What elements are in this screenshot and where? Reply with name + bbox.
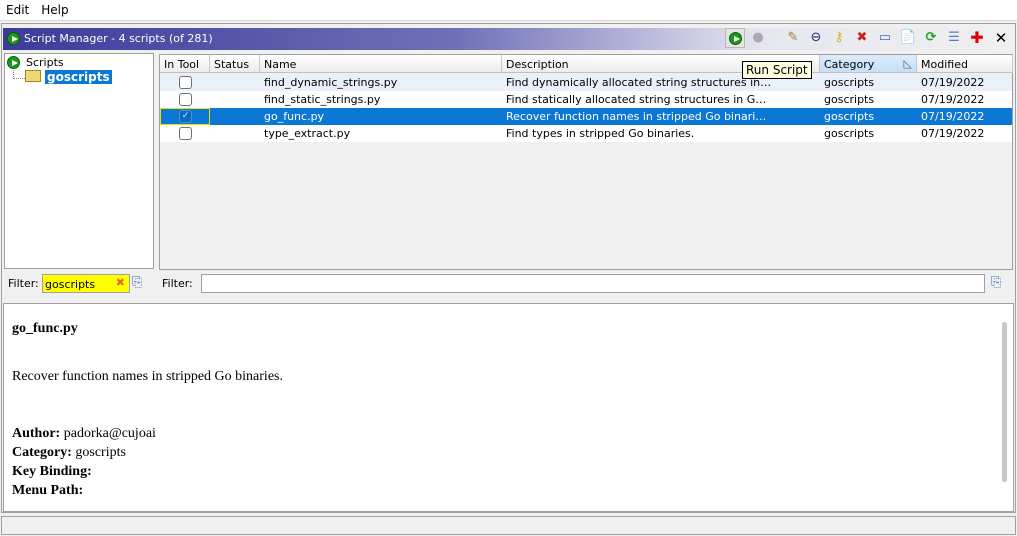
cell-description: Find statically allocated string structu…	[506, 93, 767, 106]
cell-modified: 07/19/2022	[921, 76, 985, 89]
clear-filter-icon[interactable]: ✖	[116, 276, 125, 289]
col-in-tool[interactable]: In Tool	[160, 55, 210, 73]
category-tree: Scripts goscripts	[4, 53, 154, 269]
detail-description: Recover function names in stripped Go bi…	[12, 369, 283, 384]
cell-description: Recover function names in stripped Go bi…	[506, 110, 767, 123]
refresh-icon: ⟳	[925, 30, 937, 45]
col-modified[interactable]: Modified	[917, 55, 1013, 73]
run-last-icon: ●	[752, 30, 764, 45]
folder-icon	[25, 70, 41, 82]
edit-script-icon: ✎	[787, 30, 799, 45]
in-tool-checkbox[interactable]	[179, 76, 192, 89]
close-icon: ✕	[994, 29, 1008, 47]
detail-keybinding: Key Binding:	[12, 464, 92, 479]
cell-modified: 07/19/2022	[921, 127, 985, 140]
scripts-root-icon	[7, 56, 20, 69]
cell-name: find_dynamic_strings.py	[264, 76, 398, 89]
col-status[interactable]: Status	[210, 55, 260, 73]
refresh-button[interactable]: ⟳	[921, 28, 941, 48]
cell-description: Find dynamically allocated string struct…	[506, 76, 772, 89]
new-script-button[interactable]: 📄	[898, 28, 918, 48]
status-bar	[1, 516, 1016, 535]
table-filter-bar: Filter: ⎘	[159, 271, 1013, 297]
eclipse-icon: ⊖	[810, 30, 822, 45]
window-title: Script Manager - 4 scripts (of 281)	[24, 32, 213, 45]
help-button[interactable]: ✚	[967, 28, 987, 48]
table-row[interactable]: type_extract.py Find types in stripped Go…	[160, 125, 1012, 142]
table-row[interactable]: ✓ go_func.py Recover function names in str…	[160, 108, 1012, 125]
cell-category: goscripts	[824, 93, 875, 106]
col-category[interactable]: Category ◺	[820, 55, 917, 73]
edit-script-button[interactable]: ✎	[783, 28, 803, 48]
menu-help[interactable]: Help	[35, 0, 74, 17]
table-filter-input[interactable]	[201, 274, 985, 293]
detail-menupath: Menu Path:	[12, 483, 84, 498]
run-script-icon	[729, 32, 742, 45]
filter-options-icon[interactable]: ⎘	[132, 275, 142, 290]
eclipse-button[interactable]: ⊖	[806, 28, 826, 48]
tooltip: Run Script	[742, 61, 812, 79]
script-details: go_func.py Recover function names in str…	[3, 303, 1014, 512]
table-row[interactable]: find_dynamic_strings.py Find dynamically …	[160, 74, 1012, 91]
cell-category: goscripts	[824, 76, 875, 89]
red-cross-icon: ✚	[970, 28, 984, 47]
run-script-button[interactable]	[725, 28, 745, 48]
rename-button[interactable]: ▭	[875, 28, 895, 48]
rename-icon: ▭	[878, 30, 892, 45]
detail-scrollbar[interactable]	[1002, 322, 1007, 482]
close-button[interactable]: ✕	[991, 28, 1011, 48]
tree-filter-input[interactable]: goscripts ✖	[42, 274, 130, 293]
table-filter-options-icon[interactable]: ⎘	[991, 275, 1001, 290]
key-binding-button[interactable]: ⚷	[829, 28, 849, 48]
tree-item-goscripts[interactable]: goscripts	[45, 70, 112, 84]
run-last-button[interactable]: ●	[748, 28, 768, 48]
detail-name: go_func.py	[12, 321, 78, 336]
list-icon: ☰	[948, 30, 960, 45]
in-tool-checkbox[interactable]: ✓	[179, 110, 192, 123]
cell-name: find_static_strings.py	[264, 93, 381, 106]
delete-icon: ✖	[856, 30, 868, 45]
in-tool-checkbox[interactable]	[179, 127, 192, 140]
in-tool-checkbox[interactable]	[179, 93, 192, 106]
key-binding-icon: ⚷	[834, 30, 844, 45]
sort-icon: ◺	[903, 57, 912, 70]
menu-bar: Edit Help	[0, 0, 1017, 21]
script-directories-button[interactable]: ☰	[944, 28, 964, 48]
detail-category: Category: goscripts	[12, 445, 126, 460]
cell-category: goscripts	[824, 127, 875, 140]
cell-modified: 07/19/2022	[921, 93, 985, 106]
tree-filter-bar: Filter: goscripts ✖ ⎘	[4, 271, 154, 297]
cell-name: type_extract.py	[264, 127, 351, 140]
table-row[interactable]: find_static_strings.py Find statically al…	[160, 91, 1012, 108]
table-filter-label: Filter:	[162, 277, 193, 290]
script-table: In Tool Status Name Description Category…	[159, 54, 1013, 270]
col-name[interactable]: Name	[260, 55, 502, 73]
detail-author: Author: padorka@cujoai	[12, 426, 156, 441]
delete-button[interactable]: ✖	[852, 28, 872, 48]
new-script-icon: 📄	[899, 30, 917, 45]
cell-modified: 07/19/2022	[921, 110, 985, 123]
tree-root[interactable]: Scripts	[26, 56, 64, 69]
tree-filter-label: Filter:	[8, 277, 39, 290]
cell-description: Find types in stripped Go binaries.	[506, 127, 695, 140]
menu-edit[interactable]: Edit	[0, 0, 35, 17]
cell-category: goscripts	[824, 110, 875, 123]
cell-name: go_func.py	[264, 110, 325, 123]
script-manager-icon	[7, 32, 20, 45]
tree-line	[13, 70, 25, 79]
